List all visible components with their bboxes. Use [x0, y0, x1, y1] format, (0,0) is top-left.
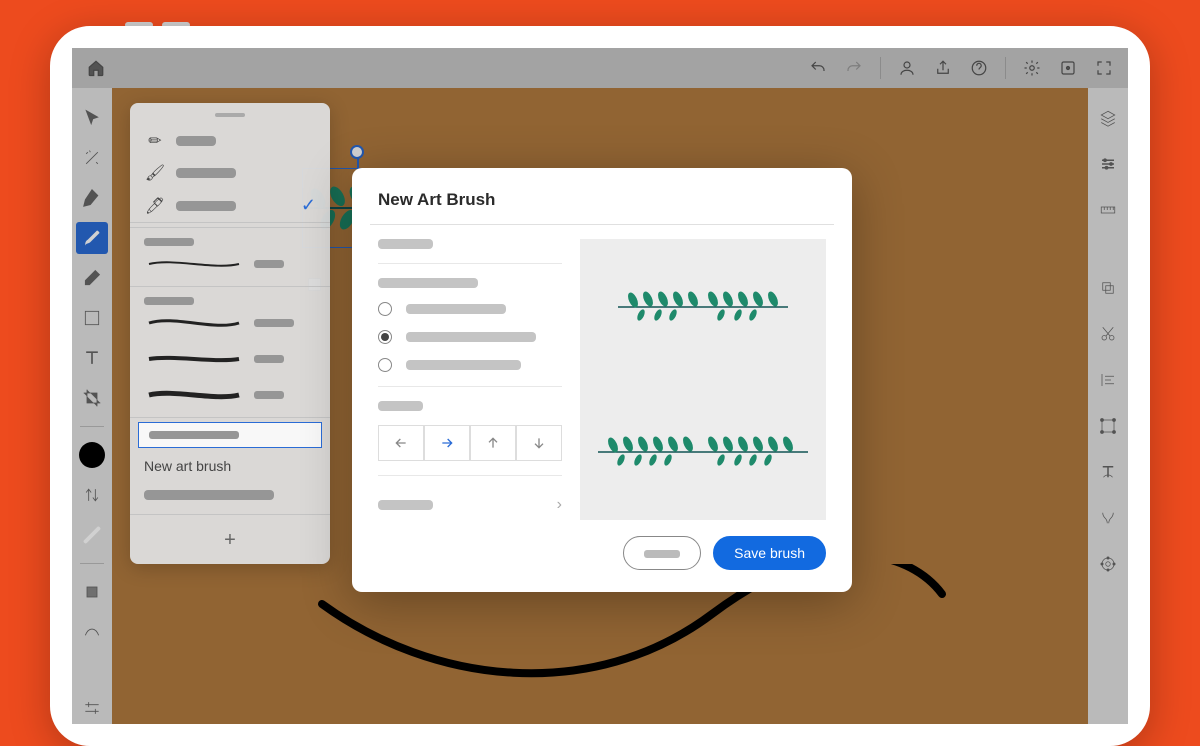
app-frame: ✏ 🖌 🖊 ✓ — [50, 26, 1150, 746]
blurred-label — [176, 168, 236, 178]
blurred-label — [144, 490, 274, 500]
pencil-icon: ✏ — [144, 131, 166, 151]
blurred-label — [406, 304, 506, 314]
radio-option-3[interactable] — [378, 358, 562, 372]
add-brush-button[interactable]: + — [130, 519, 330, 554]
panel-drag-handle[interactable] — [215, 113, 245, 117]
brush-preset-4[interactable] — [130, 377, 330, 413]
blob-brush-icon: 🖌 — [144, 163, 166, 183]
radio-option-2[interactable] — [378, 330, 562, 344]
blurred-field-label — [378, 239, 433, 249]
brush-preview-bottom — [593, 432, 813, 472]
blurred-label — [254, 391, 284, 399]
separator — [130, 417, 330, 418]
blurred-label — [406, 332, 536, 342]
blurred-label — [406, 360, 521, 370]
brush-icon: 🖊 — [144, 196, 166, 216]
direction-left-button[interactable] — [378, 425, 424, 461]
brush-preview-top — [613, 287, 793, 327]
radio-icon — [378, 358, 392, 372]
radio-icon — [378, 302, 392, 316]
separator — [130, 227, 330, 228]
brush-preset-2[interactable] — [130, 305, 330, 341]
direction-down-button[interactable] — [516, 425, 562, 461]
check-icon: ✓ — [301, 195, 316, 216]
blurred-label — [144, 297, 194, 305]
blurred-label — [176, 136, 216, 146]
new-art-brush-link[interactable]: New art brush — [130, 448, 330, 478]
brush-preset-1[interactable] — [130, 246, 330, 282]
separator — [378, 263, 562, 264]
radio-icon — [378, 330, 392, 344]
blurred-label — [254, 319, 294, 327]
direction-right-button[interactable] — [424, 425, 470, 461]
modal-form: › — [378, 239, 562, 520]
save-brush-button[interactable]: Save brush — [713, 536, 826, 570]
new-art-brush-modal: New Art Brush — [352, 168, 852, 592]
brush-mode-pencil[interactable]: ✏ — [130, 125, 330, 157]
separator — [130, 514, 330, 515]
separator — [370, 224, 834, 225]
direction-up-button[interactable] — [470, 425, 516, 461]
brush-mode-blob[interactable]: 🖌 — [130, 157, 330, 189]
blurred-label — [149, 431, 239, 439]
blurred-field-label — [378, 278, 478, 288]
brush-preset-3[interactable] — [130, 341, 330, 377]
separator — [130, 286, 330, 287]
cancel-button[interactable] — [623, 536, 701, 570]
advanced-options-toggle[interactable]: › — [378, 490, 562, 520]
direction-selector — [378, 425, 562, 461]
blurred-field-label — [378, 401, 423, 411]
blurred-label — [254, 260, 284, 268]
blurred-label — [176, 201, 236, 211]
brush-preview — [580, 239, 826, 520]
separator — [378, 475, 562, 476]
brush-panel: ✏ 🖌 🖊 ✓ — [130, 103, 330, 564]
radio-option-1[interactable] — [378, 302, 562, 316]
brush-preset-selected[interactable] — [138, 422, 322, 448]
brush-mode-brush[interactable]: 🖊 ✓ — [130, 189, 330, 223]
blurred-label — [144, 238, 194, 246]
blurred-label — [378, 500, 433, 510]
separator — [378, 386, 562, 387]
blurred-label — [254, 355, 284, 363]
chevron-right-icon: › — [557, 496, 562, 514]
modal-title: New Art Brush — [378, 190, 826, 210]
